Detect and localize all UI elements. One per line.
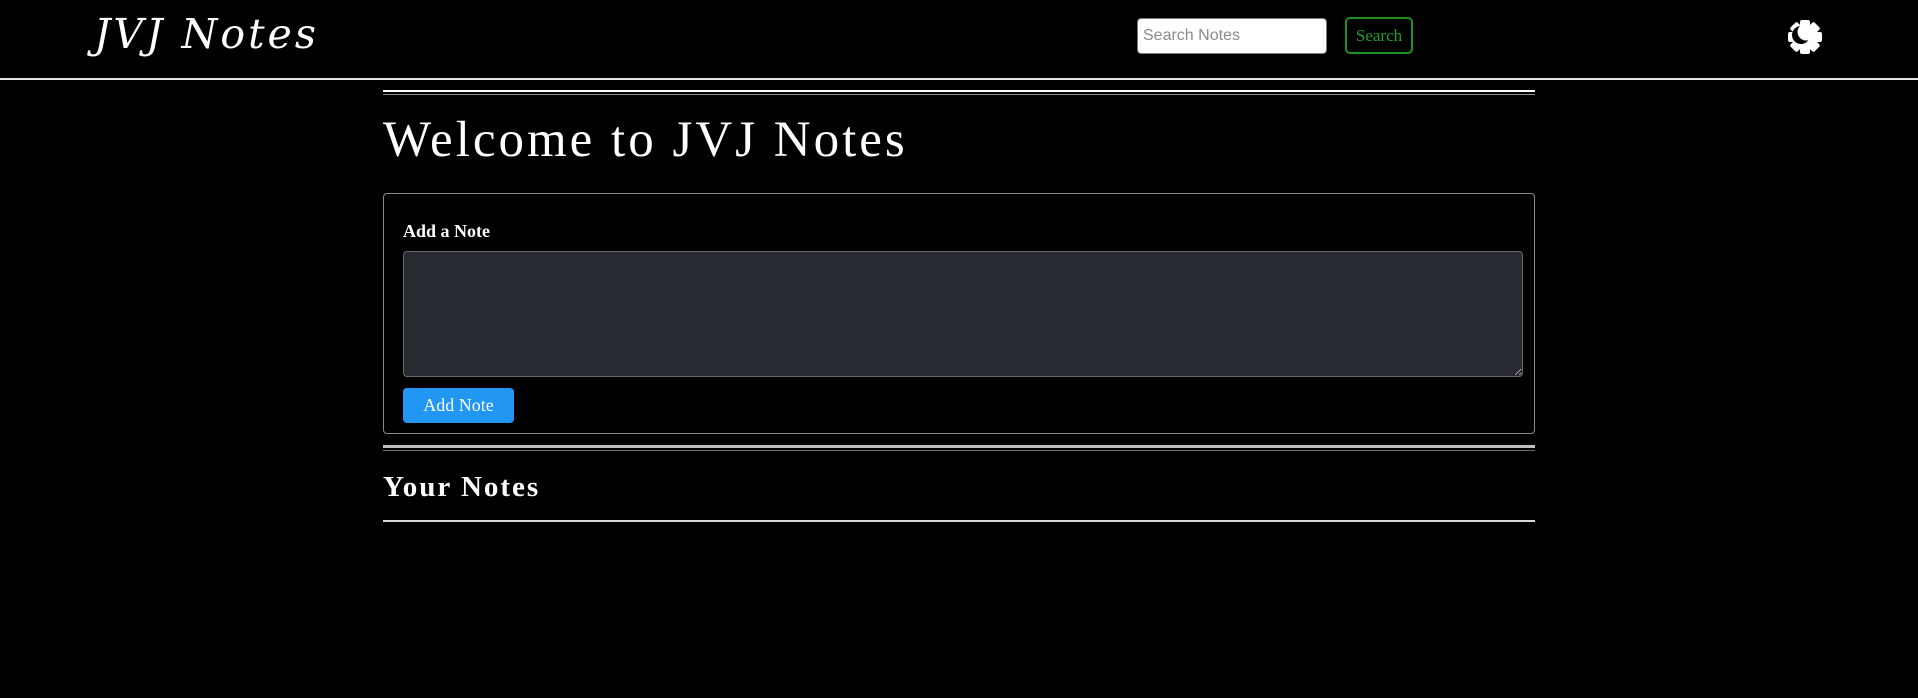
add-note-card: Add a Note Add Note <box>383 193 1535 434</box>
brand-logo[interactable]: JVJ Notes <box>94 10 319 58</box>
page-title: Welcome to JVJ Notes <box>383 112 908 168</box>
search-button[interactable]: Search <box>1345 17 1413 54</box>
add-note-label: Add a Note <box>403 221 491 241</box>
notes-section-title: Your Notes <box>383 471 541 503</box>
top-divider <box>383 90 1535 95</box>
search-input[interactable] <box>1137 18 1327 54</box>
add-note-button[interactable]: Add Note <box>403 388 514 423</box>
note-textarea[interactable] <box>403 251 1523 377</box>
main-container: Welcome to JVJ Notes Add a Note Add Note… <box>383 90 1535 530</box>
card-divider <box>383 445 1535 451</box>
navbar: JVJ Notes Search <box>0 0 1918 80</box>
notes-divider <box>383 520 1535 522</box>
theme-toggle-icon[interactable] <box>1785 17 1825 57</box>
